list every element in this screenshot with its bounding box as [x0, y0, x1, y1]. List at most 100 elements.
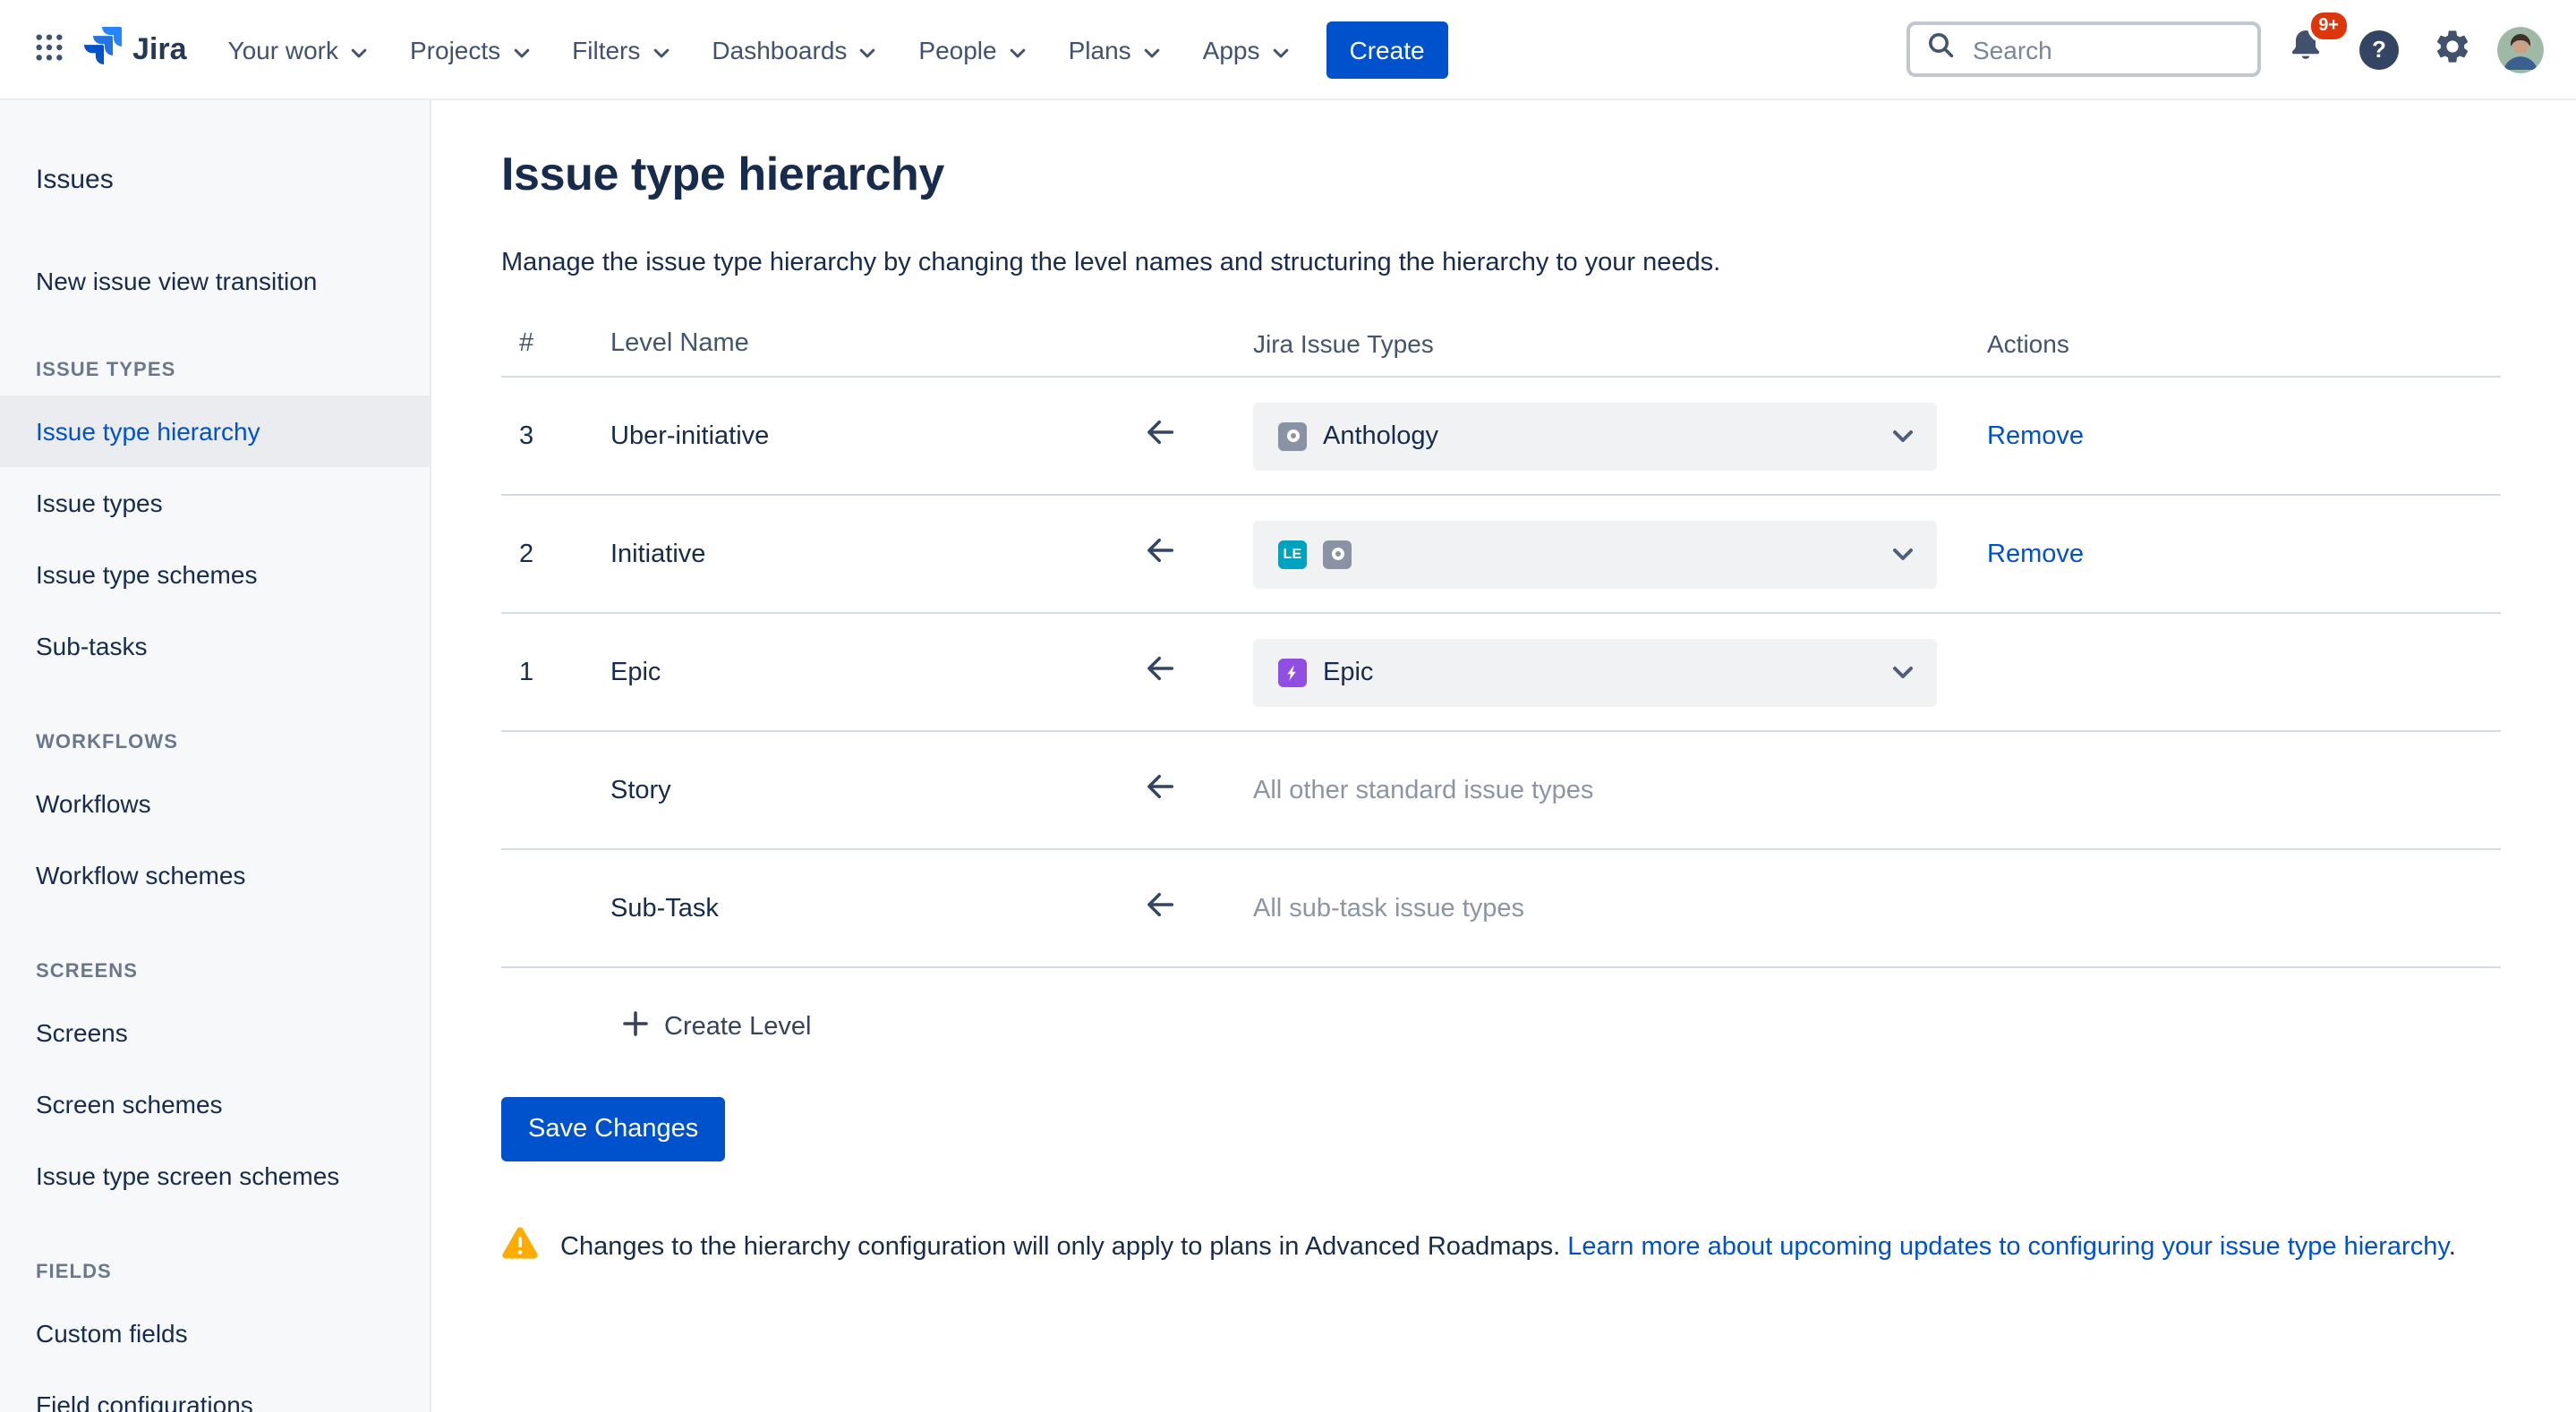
create-level-button[interactable]: Create Level [619, 1004, 815, 1050]
sidebar-item-label: Issue types [36, 489, 163, 517]
search-input[interactable] [1969, 33, 2241, 65]
table-header-row: # Level Name Jira Issue Types Actions [501, 310, 2501, 378]
hierarchy-row-level-1: 1 Epic Epic [501, 614, 2501, 732]
nav-dashboards[interactable]: Dashboards [692, 21, 895, 78]
sidebar-item-label: Custom fields [36, 1319, 188, 1348]
chevron-down-icon [1144, 35, 1160, 64]
sidebar-item-new-issue-view-transition[interactable]: New issue view transition [0, 252, 430, 310]
sidebar-heading-workflows: WORKFLOWS [0, 732, 430, 753]
nav-apps[interactable]: Apps [1183, 21, 1309, 78]
sidebar-item-issue-type-hierarchy[interactable]: Issue type hierarchy [0, 396, 430, 467]
nav-people[interactable]: People [899, 21, 1045, 78]
remove-level-link[interactable]: Remove [1987, 421, 2084, 450]
save-changes-button[interactable]: Save Changes [501, 1097, 725, 1161]
jira-logo-text: Jira [132, 31, 187, 67]
generic-issue-type-icon [1323, 540, 1352, 568]
warning-learn-more-link[interactable]: Learn more about upcoming updates to con… [1567, 1232, 2448, 1261]
search-icon [1926, 30, 1955, 68]
create-level-label: Create Level [664, 1013, 811, 1042]
question-icon: ? [2359, 30, 2399, 69]
main-content: Issue type hierarchy Manage the issue ty… [431, 100, 2576, 1412]
warning-text: Changes to the hierarchy configuration w… [560, 1232, 2456, 1261]
generic-issue-type-icon [1278, 421, 1307, 450]
sidebar-heading-issue-types: ISSUE TYPES [0, 360, 430, 381]
search-box [1906, 21, 2261, 77]
arrow-left-icon [1141, 649, 1179, 695]
issue-type-select-level-1[interactable]: Epic [1253, 638, 1937, 706]
sidebar-item-workflows[interactable]: Workflows [0, 768, 430, 839]
warning-note: Changes to the hierarchy configuration w… [501, 1226, 2501, 1267]
sidebar-title: Issues [0, 165, 430, 195]
sidebar-item-workflow-schemes[interactable]: Workflow schemes [0, 839, 430, 911]
nav-your-work[interactable]: Your work [209, 21, 388, 78]
sidebar-item-sub-tasks[interactable]: Sub-tasks [0, 610, 430, 682]
chevron-down-icon [859, 35, 875, 64]
app-switcher-button[interactable] [25, 22, 73, 76]
page-description: Manage the issue type hierarchy by chang… [501, 249, 2501, 277]
remove-level-link[interactable]: Remove [1987, 540, 2084, 568]
nav-filters[interactable]: Filters [552, 21, 688, 78]
hierarchy-row-level-2: 2 Initiative LE Remove [501, 496, 2501, 614]
chevron-down-icon [1892, 665, 1914, 679]
arrow-left-icon [1141, 885, 1179, 931]
issue-type-select-level-3[interactable]: Anthology [1253, 402, 1937, 470]
arrow-left-icon [1141, 767, 1179, 813]
column-header-number: # [501, 328, 605, 357]
issue-type-select-level-2[interactable]: LE [1253, 520, 1937, 588]
nav-label: Plans [1069, 35, 1131, 64]
topbar-right-cluster: 9+ ? [1906, 18, 2544, 81]
sidebar-item-screens[interactable]: Screens [0, 997, 430, 1068]
primary-nav: Your work Projects Filters Dashboards Pe… [209, 21, 1309, 78]
chevron-down-icon [351, 35, 367, 64]
top-navigation-bar: Jira Your work Projects Filters Dashboar… [0, 0, 2576, 100]
nav-plans[interactable]: Plans [1049, 21, 1180, 78]
hierarchy-row-sub-task: Sub-Task All sub-task issue types [501, 850, 2501, 968]
jira-logo-icon [84, 26, 122, 72]
chevron-down-icon [1010, 35, 1026, 64]
issue-type-select-value: Epic [1323, 658, 1373, 686]
level-number: 3 [501, 421, 605, 450]
chevron-down-icon [513, 35, 529, 64]
level-name: Uber-initiative [605, 421, 1110, 450]
gear-icon [2433, 27, 2472, 72]
level-name: Sub-Task [605, 894, 1110, 923]
settings-button[interactable] [2424, 18, 2481, 81]
sidebar-item-screen-schemes[interactable]: Screen schemes [0, 1068, 430, 1140]
nav-projects[interactable]: Projects [390, 21, 549, 78]
issue-type-select-value: Anthology [1323, 421, 1438, 450]
level-name: Epic [605, 658, 1110, 686]
chevron-down-icon [1273, 35, 1289, 64]
sidebar-item-issue-type-schemes[interactable]: Issue type schemes [0, 539, 430, 610]
hierarchy-row-story: Story All other standard issue types [501, 732, 2501, 850]
sidebar-item-label: Field configurations [36, 1391, 253, 1412]
sidebar-heading-fields: FIELDS [0, 1262, 430, 1283]
hierarchy-row-level-3: 3 Uber-initiative Anthology Remove [501, 378, 2501, 496]
jira-logo[interactable]: Jira [84, 26, 187, 72]
settings-sidebar: Issues New issue view transition ISSUE T… [0, 100, 431, 1412]
warning-text-suffix: . [2449, 1232, 2456, 1261]
sidebar-item-issue-types[interactable]: Issue types [0, 467, 430, 539]
app-grid-icon [34, 31, 64, 67]
sidebar-item-field-configurations[interactable]: Field configurations [0, 1369, 430, 1412]
nav-label: People [918, 35, 996, 64]
arrow-left-icon [1141, 531, 1179, 577]
level-number: 2 [501, 540, 605, 568]
hierarchy-table: # Level Name Jira Issue Types Actions 3 … [501, 310, 2501, 968]
sidebar-item-custom-fields[interactable]: Custom fields [0, 1297, 430, 1369]
sidebar-item-label: Screens [36, 1018, 128, 1047]
sidebar-heading-screens: SCREENS [0, 961, 430, 982]
nav-label: Apps [1203, 35, 1260, 64]
help-button[interactable]: ? [2350, 21, 2408, 78]
create-button[interactable]: Create [1326, 21, 1448, 78]
column-header-actions: Actions [1955, 328, 2501, 357]
avatar-image [2497, 26, 2544, 72]
level-number: 1 [501, 658, 605, 686]
sidebar-item-issue-type-screen-schemes[interactable]: Issue type screen schemes [0, 1140, 430, 1212]
nav-label: Dashboards [712, 35, 847, 64]
level-name: Story [605, 776, 1110, 804]
issue-types-static-text: All other standard issue types [1253, 776, 1593, 804]
chevron-down-icon [1892, 547, 1914, 561]
le-badge-text: LE [1283, 546, 1301, 562]
chevron-down-icon [1892, 429, 1914, 443]
profile-avatar[interactable] [2497, 26, 2544, 72]
